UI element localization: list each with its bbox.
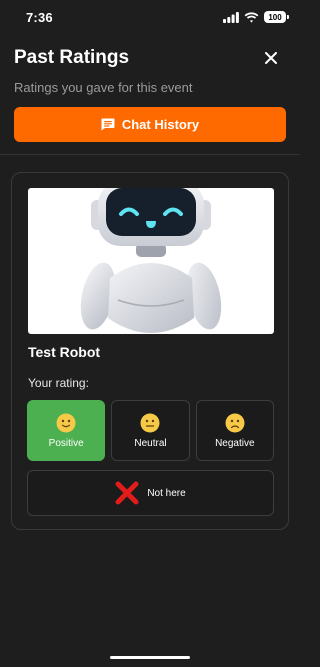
chat-history-button[interactable]: Chat History bbox=[14, 107, 286, 142]
wifi-icon bbox=[244, 11, 259, 23]
status-bar: 7:36 100 bbox=[0, 0, 300, 34]
signal-icon bbox=[223, 11, 239, 23]
page-subtitle: Ratings you gave for this event bbox=[14, 80, 193, 95]
frowning-face-icon bbox=[225, 413, 245, 432]
header: Past Ratings bbox=[14, 44, 286, 72]
robot-image bbox=[28, 188, 274, 334]
rating-card: Test Robot Your rating: Positive Neutral bbox=[11, 172, 289, 530]
rating-option-label: Positive bbox=[48, 437, 84, 449]
chat-history-label: Chat History bbox=[121, 117, 200, 132]
not-here-button[interactable]: Not here bbox=[27, 470, 274, 516]
status-icons: 100 bbox=[223, 11, 289, 23]
close-button[interactable] bbox=[260, 47, 282, 69]
page-title: Past Ratings bbox=[14, 47, 130, 68]
battery-indicator: 100 bbox=[264, 11, 289, 23]
divider bbox=[0, 154, 300, 155]
status-time: 7:36 bbox=[26, 9, 53, 25]
rating-label: Your rating: bbox=[28, 376, 89, 390]
rating-options: Positive Neutral Negative bbox=[27, 400, 274, 462]
close-icon bbox=[265, 52, 277, 64]
rating-option-positive[interactable]: Positive bbox=[27, 400, 106, 461]
neutral-face-icon bbox=[140, 413, 160, 432]
red-cross-mark-icon bbox=[115, 481, 139, 505]
rating-option-label: Negative bbox=[215, 437, 255, 449]
bot-name: Test Robot bbox=[28, 344, 101, 360]
slightly-smiling-face-icon bbox=[56, 413, 76, 432]
not-here-label: Not here bbox=[147, 487, 186, 499]
rating-option-neutral[interactable]: Neutral bbox=[111, 400, 190, 461]
chat-icon bbox=[101, 118, 115, 131]
rating-option-label: Neutral bbox=[134, 437, 167, 449]
rating-option-negative[interactable]: Negative bbox=[195, 400, 274, 461]
home-indicator[interactable] bbox=[110, 656, 190, 659]
